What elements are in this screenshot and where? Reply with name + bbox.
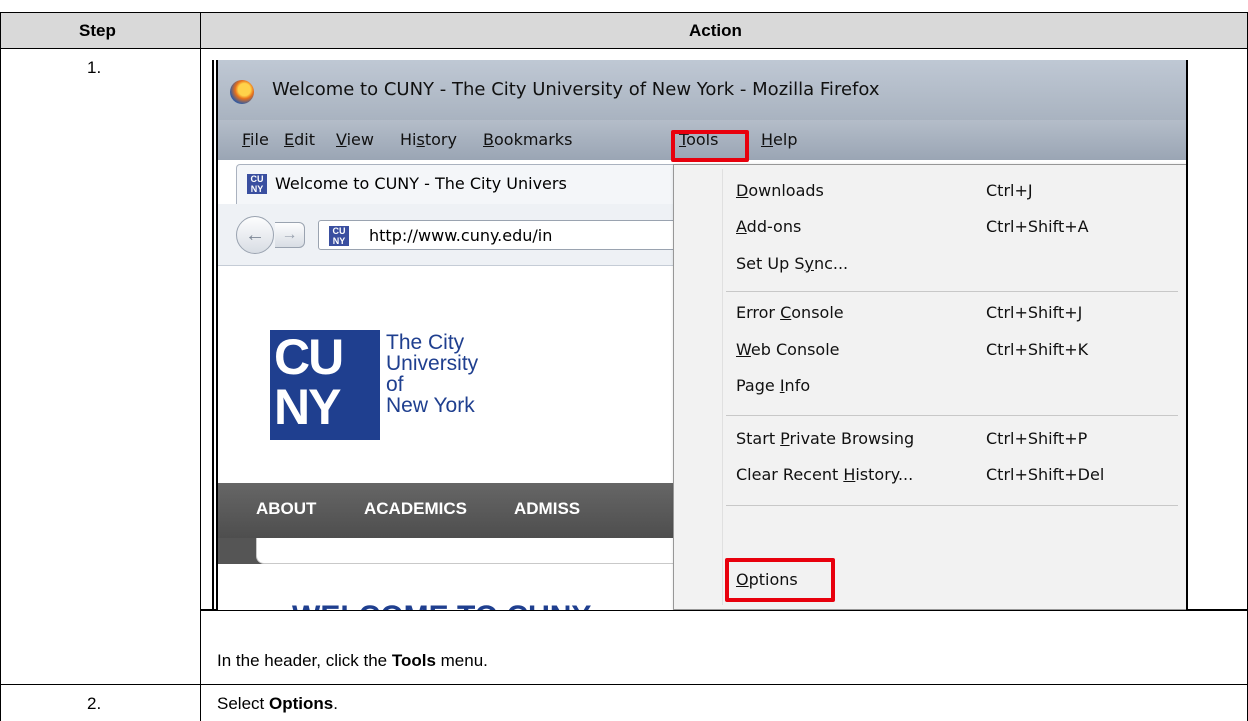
shortcut-private-browsing: Ctrl+Shift+P <box>986 429 1088 448</box>
step-number-1: 1. <box>87 58 102 77</box>
menu-edit[interactable]: Edit <box>284 130 315 149</box>
shortcut-clear-history: Ctrl+Shift+Del <box>986 465 1105 484</box>
menu-item-set-up-sync[interactable]: Set Up Sync... <box>736 254 848 273</box>
header-step: Step <box>79 21 116 40</box>
table-rule <box>0 12 1248 13</box>
step-number-2: 2. <box>87 694 102 713</box>
tab-title: Welcome to CUNY - The City Univers <box>275 174 567 193</box>
menu-item-web-console[interactable]: Web Console <box>736 340 840 359</box>
shortcut-web-console: Ctrl+Shift+K <box>986 340 1089 359</box>
menu-item-add-ons[interactable]: Add-ons <box>736 217 801 236</box>
table-rule <box>200 12 201 721</box>
options-highlight-box <box>725 558 835 602</box>
table-rule <box>0 48 1248 49</box>
window-title: Welcome to CUNY - The City University of… <box>272 79 880 100</box>
forward-button[interactable]: → <box>275 222 305 248</box>
menu-item-page-info[interactable]: Page Info <box>736 376 810 395</box>
menu-item-private-browsing[interactable]: Start Private Browsing <box>736 429 914 448</box>
menu-view[interactable]: View <box>336 130 374 149</box>
menu-separator <box>726 415 1178 416</box>
screenshot-frame <box>212 60 214 610</box>
menu-item-error-console[interactable]: Error Console <box>736 303 844 322</box>
shortcut-add-ons: Ctrl+Shift+A <box>986 217 1089 236</box>
tools-dropdown-menu: Downloads Ctrl+J Add-ons Ctrl+Shift+A Se… <box>673 164 1186 610</box>
instruction-2: Select Options. <box>217 694 338 713</box>
menu-separator <box>726 291 1178 292</box>
instruction-1: In the header, click the Tools menu. <box>217 651 488 670</box>
cuny-favicon-icon: CU NY <box>247 174 267 194</box>
tools-highlight-box <box>671 130 749 162</box>
welcome-heading: WELCOME TO CUNY <box>292 600 591 610</box>
menu-separator <box>726 505 1178 506</box>
browser-tab[interactable]: CU NY Welcome to CUNY - The City Univers <box>236 164 706 204</box>
menu-file[interactable]: File <box>242 130 269 149</box>
menu-item-clear-history[interactable]: Clear Recent History... <box>736 465 913 484</box>
table-rule <box>0 684 1248 685</box>
menu-history[interactable]: History <box>400 130 457 149</box>
nav-admissions[interactable]: ADMISS <box>514 499 580 519</box>
menu-bookmarks[interactable]: Bookmarks <box>483 130 572 149</box>
cuny-favicon-icon: CU NY <box>329 226 349 246</box>
url-bar[interactable]: CU NY http://www.cuny.edu/in <box>318 220 678 250</box>
shortcut-downloads: Ctrl+J <box>986 181 1033 200</box>
menu-gutter <box>722 169 723 605</box>
shortcut-error-console: Ctrl+Shift+J <box>986 303 1083 322</box>
cuny-logo-name: The City University of New York <box>386 331 479 417</box>
url-text: http://www.cuny.edu/in <box>369 226 553 245</box>
header-action: Action <box>689 21 742 40</box>
firefox-logo-icon <box>230 80 254 104</box>
window-titlebar: Welcome to CUNY - The City University of… <box>218 60 1186 120</box>
screenshot-frame <box>1186 60 1188 610</box>
menu-help[interactable]: Help <box>761 130 797 149</box>
back-button[interactable]: ← <box>236 216 274 254</box>
nav-academics[interactable]: ACADEMICS <box>364 499 467 519</box>
table-rule <box>0 12 1 721</box>
nav-about[interactable]: ABOUT <box>256 499 316 519</box>
firefox-screenshot: Welcome to CUNY - The City University of… <box>218 60 1186 610</box>
menu-item-downloads[interactable]: Downloads <box>736 181 824 200</box>
table-header-band <box>0 12 1248 49</box>
cuny-logo[interactable]: CU NY <box>270 330 380 440</box>
